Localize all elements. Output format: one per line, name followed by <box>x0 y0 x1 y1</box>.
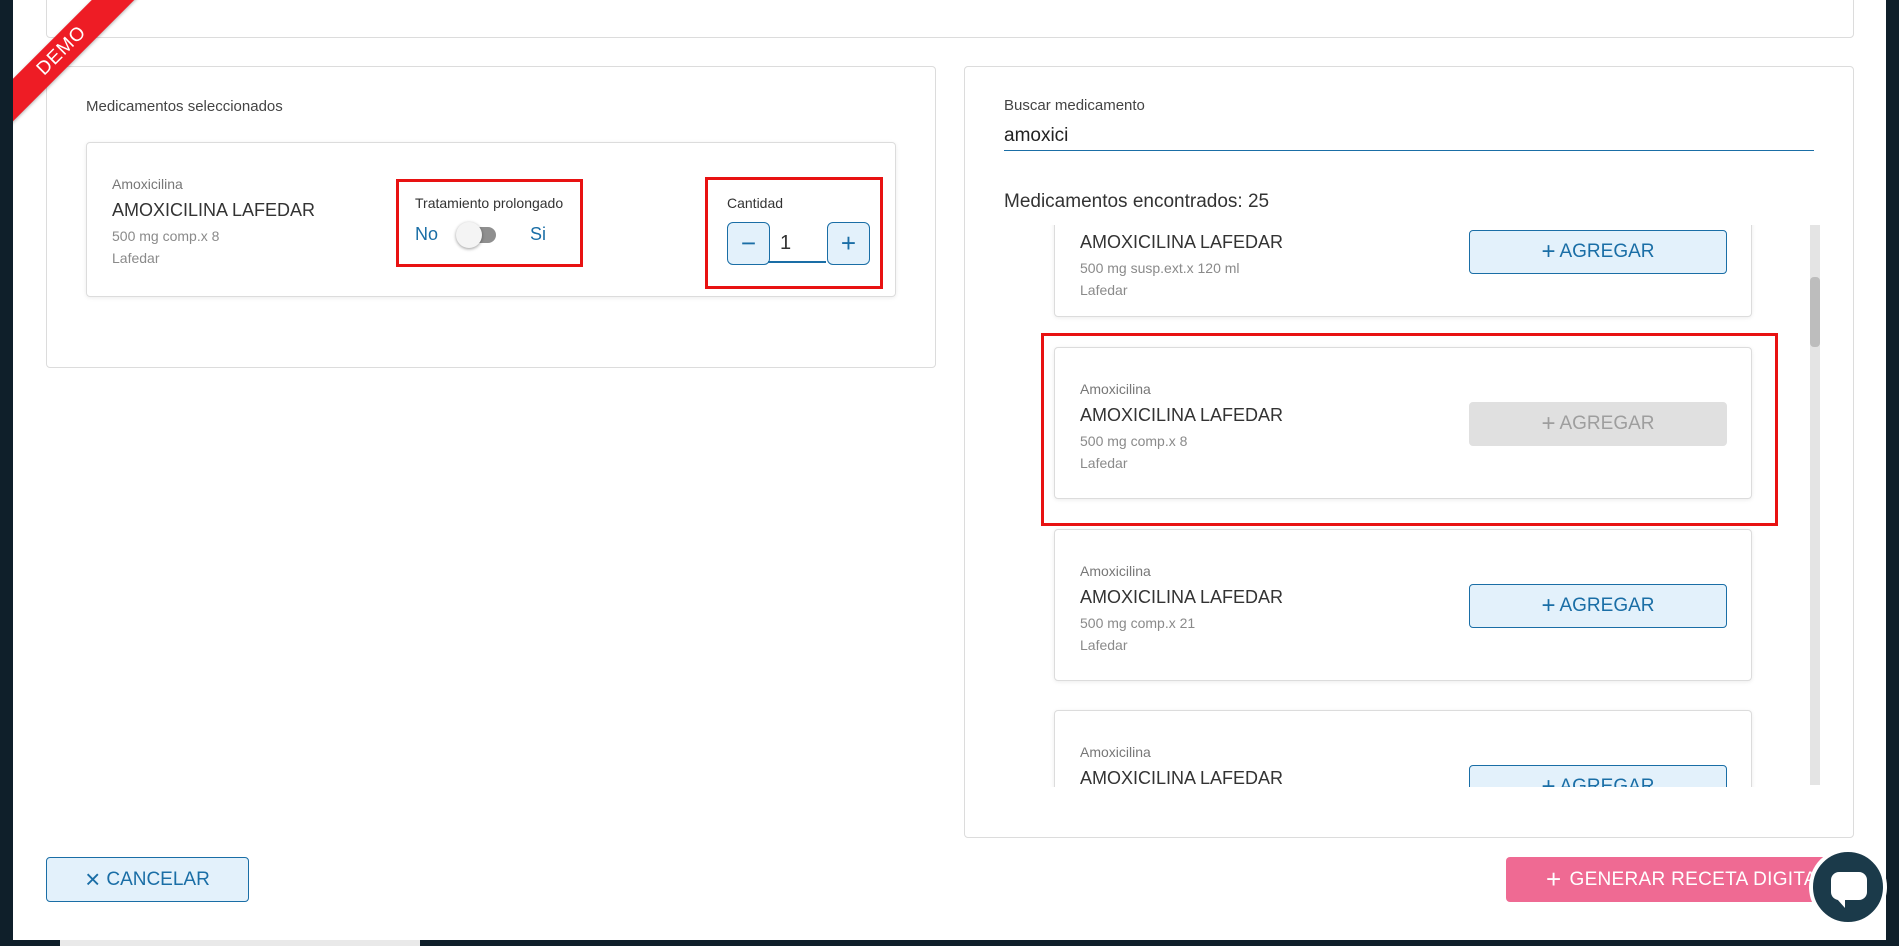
plus-icon: + <box>1546 864 1562 894</box>
add-button-label: AGREGAR <box>1559 241 1655 262</box>
bottom-strip <box>60 940 420 946</box>
highlight-quantity <box>705 177 883 289</box>
result-generic-name: Amoxicilina <box>1080 744 1151 760</box>
cancel-button-label: CANCELAR <box>106 869 210 890</box>
result-lab: Lafedar <box>1080 637 1128 653</box>
plus-icon: + <box>1541 592 1556 619</box>
add-button[interactable]: + AGREGAR <box>1469 230 1727 274</box>
result-generic-name: Amoxicilina <box>1080 563 1151 579</box>
cancel-button[interactable]: × CANCELAR <box>46 857 249 902</box>
close-icon: × <box>85 864 101 894</box>
result-brand-name: AMOXICILINA LAFEDAR <box>1080 232 1284 252</box>
results-scrollbar-thumb[interactable] <box>1810 277 1820 347</box>
result-lab: Lafedar <box>1080 282 1128 298</box>
prescription-page: DEMO Medicamentos seleccionados Amoxicil… <box>13 0 1886 940</box>
result-brand-name: AMOXICILINA LAFEDAR <box>1080 587 1284 607</box>
highlight-selected-result <box>1041 333 1778 526</box>
selected-presentation: 500 mg comp.x 8 <box>112 228 220 244</box>
result-brand-name: AMOXICILINA LAFEDAR <box>1080 768 1284 787</box>
top-card <box>46 0 1854 38</box>
result-presentation: 500 mg comp.x 21 <box>1080 615 1196 631</box>
result-card: Amoxicilina AMOXICILINA LAFEDAR 500 mg c… <box>1054 529 1752 681</box>
generate-button-label: GENERAR RECETA DIGITAL <box>1569 869 1828 890</box>
results-count: Medicamentos encontrados: 25 <box>1004 191 1270 212</box>
add-button-label: AGREGAR <box>1559 595 1655 616</box>
results-scrollbar[interactable] <box>1810 225 1820 785</box>
add-button[interactable]: + AGREGAR <box>1469 584 1727 628</box>
search-label: Buscar medicamento <box>1004 97 1145 114</box>
selected-generic-name: Amoxicilina <box>112 176 183 192</box>
result-presentation: 500 mg susp.ext.x 120 ml <box>1080 260 1240 276</box>
result-card: Amoxicilina AMOXICILINA LAFEDAR + AGREGAR <box>1054 710 1752 787</box>
chat-icon <box>1831 872 1867 908</box>
plus-icon: + <box>1541 773 1556 787</box>
demo-ribbon-label: DEMO <box>13 0 150 140</box>
highlight-treatment <box>396 179 583 267</box>
demo-ribbon: DEMO <box>13 0 150 150</box>
add-button-label: AGREGAR <box>1559 776 1655 787</box>
selected-lab: Lafedar <box>112 250 160 266</box>
chat-bubble-icon[interactable] <box>1809 848 1887 926</box>
generate-prescription-button[interactable]: + GENERAR RECETA DIGITAL <box>1506 857 1856 902</box>
selected-brand-name: AMOXICILINA LAFEDAR <box>112 200 316 220</box>
plus-icon: + <box>1541 238 1556 265</box>
result-card: AMOXICILINA LAFEDAR 500 mg susp.ext.x 12… <box>1054 225 1752 317</box>
add-button[interactable]: + AGREGAR <box>1469 765 1727 787</box>
search-input[interactable] <box>1004 121 1814 151</box>
